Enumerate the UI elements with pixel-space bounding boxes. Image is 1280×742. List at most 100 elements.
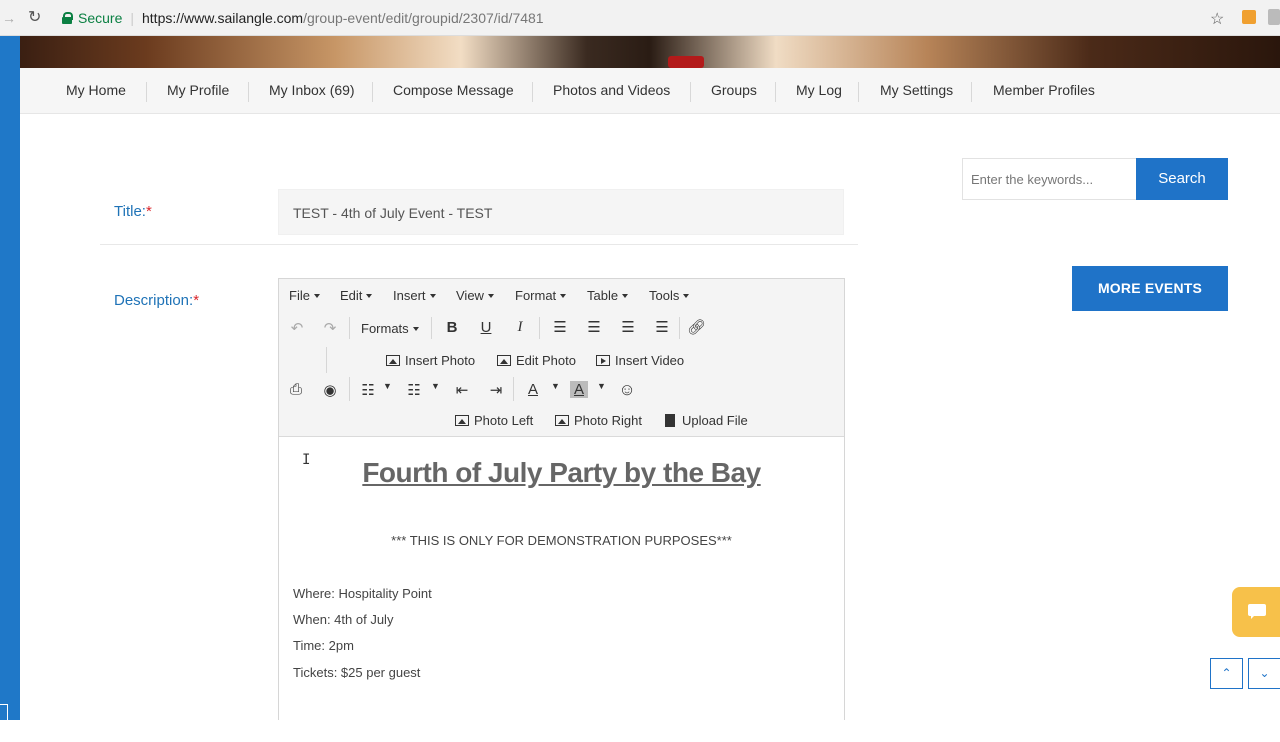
formats-dropdown[interactable]: Formats (361, 321, 419, 336)
side-widget-box[interactable] (0, 704, 8, 742)
nav-my-home[interactable]: My Home (66, 82, 126, 98)
more-events-button[interactable]: MORE EVENTS (1072, 266, 1228, 311)
header-banner-image (20, 36, 1280, 68)
background-color-icon[interactable]: A (570, 381, 588, 398)
document-note: *** THIS IS ONLY FOR DEMONSTRATION PURPO… (391, 533, 732, 548)
edit-photo-button[interactable]: Edit Photo (497, 353, 576, 368)
document-line-when: When: 4th of July (293, 612, 394, 627)
toolbar-divider (326, 347, 327, 373)
align-center-icon[interactable]: ☰ (585, 318, 603, 336)
insert-video-button[interactable]: Insert Video (596, 353, 684, 368)
image-icon (497, 355, 511, 366)
insert-video-label: Insert Video (615, 353, 685, 368)
insert-photo-button[interactable]: Insert Photo (386, 353, 475, 368)
document-line-tickets: Tickets: $25 per guest (293, 665, 421, 680)
menu-edit[interactable]: Edit (340, 288, 373, 303)
extension-icon[interactable] (1268, 9, 1280, 25)
toolbar-divider (539, 317, 540, 339)
nav-divider (690, 82, 691, 102)
menu-table[interactable]: Table (587, 288, 629, 303)
image-icon (455, 415, 469, 426)
smiley-icon[interactable]: ☺ (618, 380, 636, 400)
photo-right-button[interactable]: Photo Right (555, 413, 642, 428)
caret-down-icon (366, 294, 373, 298)
video-icon (596, 355, 610, 366)
bullet-list-icon[interactable]: ☷ (359, 381, 377, 399)
caret-down-icon (313, 294, 320, 298)
caret-down-icon (683, 294, 690, 298)
menu-insert-label: Insert (393, 288, 426, 303)
chat-button[interactable] (1232, 587, 1280, 637)
menu-edit-label: Edit (340, 288, 363, 303)
link-icon[interactable]: 🔗︎ (687, 318, 706, 336)
indent-icon[interactable]: ⇥ (487, 381, 505, 399)
search-input[interactable]: Enter the keywords... (962, 158, 1136, 200)
caret-down-icon[interactable]: ▼ (597, 381, 606, 391)
required-mark: * (145, 203, 152, 220)
url-path[interactable]: /group-event/edit/groupid/2307/id/7481 (303, 10, 544, 26)
menu-file[interactable]: File (289, 288, 320, 303)
toolbar-divider (349, 377, 350, 401)
url-host[interactable]: https://www.sailangle.com (142, 10, 303, 26)
bookmark-star-icon[interactable]: ☆ (1210, 9, 1224, 29)
browser-address-bar: → ↻ Secure | https://www.sailangle.com/g… (0, 0, 1280, 36)
nav-groups[interactable]: Groups (711, 82, 757, 98)
nav-divider (775, 82, 776, 102)
scroll-up-button[interactable]: ⌃ (1210, 658, 1243, 689)
title-input[interactable]: TEST - 4th of July Event - TEST (278, 189, 844, 235)
caret-down-icon[interactable]: ▼ (383, 381, 392, 391)
menu-view[interactable]: View (456, 288, 494, 303)
lock-icon (62, 11, 73, 24)
align-right-icon[interactable]: ☰ (619, 318, 637, 336)
caret-down-icon (622, 294, 629, 298)
print-icon[interactable]: ⎙ (287, 381, 305, 398)
upload-file-button[interactable]: Upload File (665, 413, 748, 428)
menu-table-label: Table (587, 288, 619, 303)
editor-content[interactable]: Fourth of July Party by the Bay *** THIS… (279, 437, 844, 721)
nav-my-profile[interactable]: My Profile (167, 82, 229, 98)
italic-button[interactable]: I (512, 319, 528, 336)
eye-icon[interactable]: ◉ (321, 381, 339, 399)
nav-my-inbox[interactable]: My Inbox (69) (269, 82, 355, 98)
outdent-icon[interactable]: ⇤ (453, 381, 471, 399)
reload-icon[interactable]: ↻ (28, 9, 44, 26)
underline-button[interactable]: U (478, 319, 494, 336)
undo-icon[interactable]: ↶ (288, 319, 306, 337)
rss-extension-icon[interactable] (1242, 10, 1256, 24)
nav-my-settings[interactable]: My Settings (880, 82, 953, 98)
forward-icon[interactable]: → (0, 10, 16, 26)
numbered-list-icon[interactable]: ☷ (405, 381, 423, 399)
menu-insert[interactable]: Insert (393, 288, 436, 303)
align-left-icon[interactable]: ☰ (551, 318, 569, 336)
caret-down-icon (412, 327, 419, 331)
menu-view-label: View (456, 288, 484, 303)
nav-my-log[interactable]: My Log (796, 82, 842, 98)
menu-tools[interactable]: Tools (649, 288, 690, 303)
document-line-time: Time: 2pm (293, 638, 354, 653)
document-heading: Fourth of July Party by the Bay (362, 457, 761, 488)
nav-divider (372, 82, 373, 102)
caret-down-icon[interactable]: ▼ (431, 381, 440, 391)
toolbar-divider (431, 317, 432, 339)
menu-tools-label: Tools (649, 288, 680, 303)
left-side-strip (0, 36, 20, 742)
scroll-down-button[interactable]: ⌄ (1248, 658, 1280, 689)
editor-menubar: File Edit Insert View Format Table Tools (279, 279, 844, 311)
photo-left-button[interactable]: Photo Left (455, 413, 533, 428)
justify-icon[interactable]: ☰ (653, 318, 671, 336)
menu-format[interactable]: Format (515, 288, 567, 303)
bold-button[interactable]: B (444, 319, 460, 336)
search-button[interactable]: Search (1136, 158, 1228, 200)
nav-member-profiles[interactable]: Member Profiles (993, 82, 1095, 98)
document-line-where: Where: Hospitality Point (293, 586, 432, 601)
menu-format-label: Format (515, 288, 557, 303)
nav-divider (971, 82, 972, 102)
caret-down-icon[interactable]: ▼ (551, 381, 560, 391)
image-icon (386, 355, 400, 366)
redo-icon[interactable]: ↷ (321, 319, 339, 337)
nav-photos-videos[interactable]: Photos and Videos (553, 82, 670, 98)
nav-compose-message[interactable]: Compose Message (393, 82, 514, 98)
main-nav: My Home My Profile My Inbox (69) Compose… (20, 68, 1280, 114)
photo-left-label: Photo Left (474, 413, 534, 428)
text-color-icon[interactable]: A (524, 381, 542, 398)
